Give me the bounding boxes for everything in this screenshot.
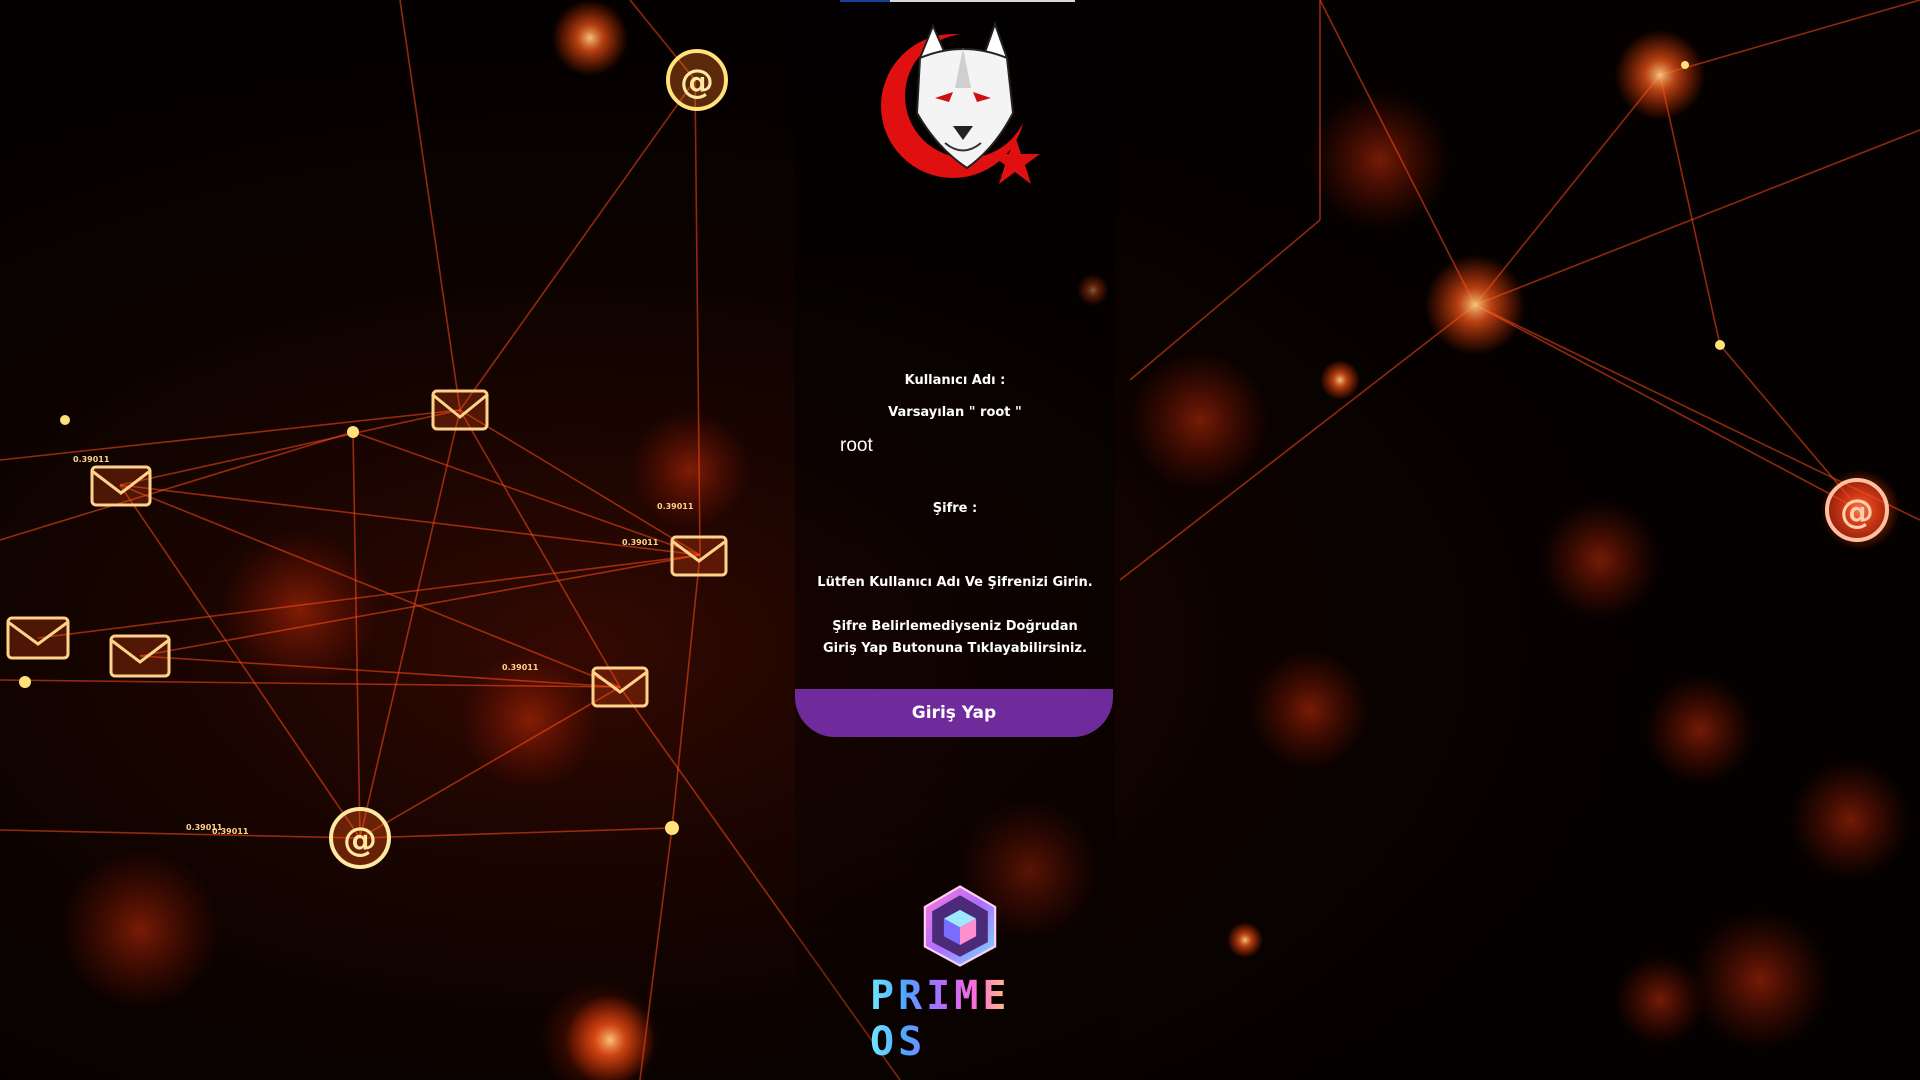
- svg-text:@: @: [1840, 492, 1874, 532]
- envelope-icon: [670, 535, 728, 577]
- envelope-icon: [6, 616, 70, 660]
- prime-os-cube-icon: [923, 885, 997, 967]
- info-message: Lütfen Kullanıcı Adı Ve Şifrenizi Girin.: [817, 575, 1093, 590]
- number-label: 0.39011: [622, 538, 659, 547]
- password-label: Şifre :: [932, 501, 978, 516]
- at-sign-icon: @: [666, 49, 728, 111]
- wolf-logo: [881, 20, 1040, 184]
- svg-text:@: @: [680, 62, 714, 102]
- username-input[interactable]: [840, 432, 1090, 460]
- password-input[interactable]: [840, 527, 1090, 555]
- at-sign-icon: @: [329, 807, 391, 869]
- top-progress-strip: [840, 0, 1075, 2]
- envelope-icon: [591, 666, 649, 708]
- envelope-icon: [109, 634, 171, 678]
- number-label: 0.39011: [502, 663, 539, 672]
- number-label: 0.39011: [73, 455, 110, 464]
- svg-text:@: @: [343, 820, 377, 860]
- envelope-icon: [90, 465, 152, 507]
- prime-os-brand: PRIME OS: [870, 885, 1050, 1065]
- prime-os-wordmark: PRIME OS: [870, 973, 1050, 1065]
- username-label: Kullanıcı Adı :: [904, 373, 1006, 388]
- login-button[interactable]: Giriş Yap: [795, 689, 1113, 737]
- number-label: 0.39011: [657, 502, 694, 511]
- envelope-icon: [431, 389, 489, 431]
- username-default-hint: Varsayılan " root ": [888, 405, 1022, 420]
- at-sign-icon: @: [1825, 478, 1889, 542]
- number-label: 0.39011: [212, 827, 249, 836]
- info-message-empty-password: Şifre Belirlemediyseniz Doğrudan Giriş Y…: [823, 619, 1087, 656]
